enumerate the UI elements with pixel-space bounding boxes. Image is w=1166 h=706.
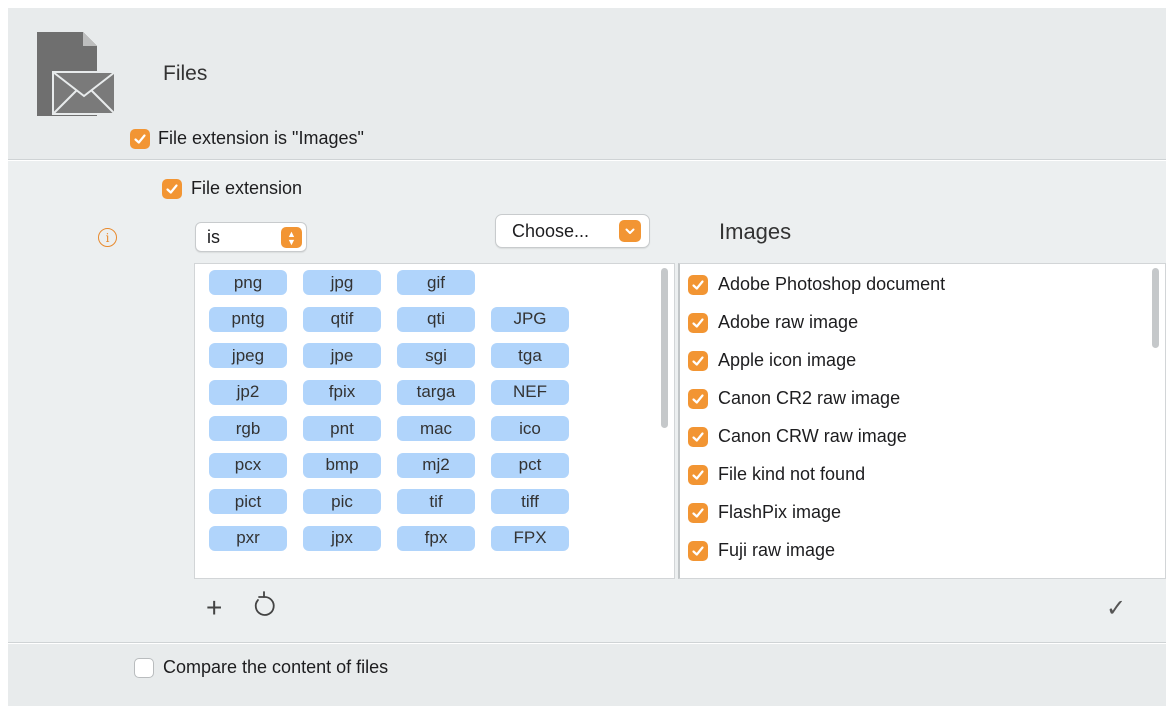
file-kind-item[interactable]: Fuji raw image bbox=[688, 540, 835, 561]
extension-tag-grid: png jpg gif pntg qtif qti JPG jpeg jpe sgi tga jp2 f… bbox=[209, 270, 649, 562]
file-kind-label: Adobe raw image bbox=[718, 312, 859, 332]
file-kind-checkbox[interactable] bbox=[688, 388, 708, 409]
operator-value: is bbox=[207, 226, 220, 247]
file-extension-label: File extension bbox=[191, 178, 303, 198]
extension-tag[interactable]: gif bbox=[397, 270, 475, 295]
extension-tag[interactable]: tga bbox=[491, 343, 569, 368]
compare-content-row[interactable]: Compare the content of files bbox=[134, 657, 388, 678]
file-kind-checkbox[interactable] bbox=[688, 350, 708, 371]
file-kind-checkbox[interactable] bbox=[688, 502, 708, 523]
extension-tag[interactable]: jpx bbox=[303, 525, 381, 551]
extension-tag[interactable]: FPX bbox=[491, 525, 569, 551]
file-kind-label: Apple icon image bbox=[718, 350, 857, 370]
extension-list[interactable]: png jpg gif pntg qtif qti JPG jpeg jpe sgi tga jp2 f… bbox=[194, 263, 675, 579]
extension-tag[interactable]: pict bbox=[209, 489, 287, 514]
chevron-down-icon bbox=[619, 220, 641, 242]
extension-tag-row: pcx bmp mj2 pct bbox=[209, 452, 649, 490]
file-mail-icon bbox=[35, 30, 117, 118]
extension-tag-row: pntg qtif qti JPG bbox=[209, 306, 649, 344]
checkmark-icon[interactable]: ✓ bbox=[1106, 594, 1126, 623]
extension-tag[interactable]: targa bbox=[397, 379, 475, 405]
extension-tag-row: png jpg gif bbox=[209, 270, 649, 307]
extension-tag[interactable]: pcx bbox=[209, 452, 287, 478]
extension-tag-row: pxr jpx fpx FPX bbox=[209, 525, 649, 563]
extension-tag[interactable]: JPG bbox=[491, 306, 569, 332]
file-kind-item[interactable]: FlashPix image bbox=[688, 502, 841, 523]
extension-tag[interactable]: pntg bbox=[209, 306, 287, 332]
file-kind-list[interactable]: Adobe Photoshop document Adobe raw image A… bbox=[678, 263, 1166, 579]
file-kind-label: Adobe Photoshop document bbox=[718, 274, 946, 294]
compare-content-label: Compare the content of files bbox=[163, 657, 389, 677]
info-icon[interactable]: i bbox=[98, 228, 117, 247]
extension-tag[interactable]: rgb bbox=[209, 416, 287, 441]
extension-list-scrollbar[interactable] bbox=[661, 268, 668, 428]
file-kind-item[interactable]: Canon CRW raw image bbox=[688, 426, 907, 447]
file-kind-checkbox[interactable] bbox=[688, 312, 708, 333]
criterion-row[interactable]: File extension is "Images" bbox=[130, 128, 364, 149]
extension-tag[interactable]: tiff bbox=[491, 489, 569, 514]
selection-title: Images bbox=[719, 219, 792, 244]
choose-button[interactable]: Choose... bbox=[495, 214, 650, 248]
extension-tag[interactable]: tif bbox=[397, 489, 475, 514]
extension-tag[interactable]: sgi bbox=[397, 343, 475, 368]
extension-tag[interactable]: pic bbox=[303, 489, 381, 514]
extension-tag[interactable]: pnt bbox=[303, 416, 381, 441]
criterion-checkbox[interactable] bbox=[130, 128, 150, 149]
file-kind-label: File kind not found bbox=[718, 464, 866, 484]
extension-tag-row: jpeg jpe sgi tga bbox=[209, 343, 649, 380]
file-kind-item[interactable]: Adobe raw image bbox=[688, 312, 858, 333]
extension-tag[interactable]: bmp bbox=[303, 452, 381, 478]
compare-content-checkbox[interactable] bbox=[134, 657, 154, 678]
choose-label: Choose... bbox=[512, 220, 590, 241]
file-kind-checkbox[interactable] bbox=[688, 540, 708, 561]
plus-icon[interactable]: + bbox=[206, 594, 222, 622]
extension-tag[interactable]: jpeg bbox=[209, 343, 287, 368]
operator-select[interactable]: is ▲ ▼ bbox=[195, 222, 307, 252]
extension-tag[interactable]: NEF bbox=[491, 379, 569, 405]
extension-tag-row: rgb pnt mac ico bbox=[209, 416, 649, 453]
extension-tag[interactable]: pxr bbox=[209, 525, 287, 551]
file-kind-item[interactable]: Canon CR2 raw image bbox=[688, 388, 900, 409]
extension-tag[interactable]: mac bbox=[397, 416, 475, 441]
file-kind-label: Fuji raw image bbox=[718, 540, 836, 560]
file-extension-row[interactable]: File extension bbox=[162, 178, 302, 199]
file-kind-item[interactable]: File kind not found bbox=[688, 464, 865, 485]
file-extension-checkbox[interactable] bbox=[162, 178, 182, 199]
extension-tag[interactable]: qti bbox=[397, 306, 475, 332]
file-kind-list-scrollbar[interactable] bbox=[1152, 268, 1159, 348]
file-kind-checkbox[interactable] bbox=[688, 274, 708, 295]
file-kind-checkbox[interactable] bbox=[688, 464, 708, 485]
extension-tag-row: jp2 fpix targa NEF bbox=[209, 379, 649, 417]
file-kind-label: Canon CR2 raw image bbox=[718, 388, 901, 408]
file-kind-checkbox[interactable] bbox=[688, 426, 708, 447]
reset-icon[interactable] bbox=[250, 590, 276, 620]
extension-tag-row: pict pic tif tiff bbox=[209, 489, 649, 526]
extension-tag[interactable]: ico bbox=[491, 416, 569, 441]
extension-tag[interactable]: jpe bbox=[303, 343, 381, 368]
extension-tag[interactable]: mj2 bbox=[397, 452, 475, 478]
file-kind-item[interactable]: Adobe Photoshop document bbox=[688, 274, 945, 295]
extension-tag[interactable]: fpix bbox=[303, 379, 381, 405]
extension-tag[interactable]: fpx bbox=[397, 525, 475, 551]
extension-tag[interactable]: qtif bbox=[303, 306, 381, 332]
extension-tag[interactable]: jp2 bbox=[209, 379, 287, 405]
extension-tag[interactable]: png bbox=[209, 270, 287, 295]
criterion-label: File extension is "Images" bbox=[158, 128, 364, 148]
file-kind-item[interactable]: Apple icon image bbox=[688, 350, 856, 371]
file-kind-label: FlashPix image bbox=[718, 502, 842, 522]
section-title: Files bbox=[163, 62, 208, 85]
file-kind-label: Canon CRW raw image bbox=[718, 426, 907, 446]
extension-tag[interactable]: pct bbox=[491, 452, 569, 478]
stepper-icon: ▲ ▼ bbox=[281, 227, 302, 248]
extension-tag[interactable]: jpg bbox=[303, 270, 381, 295]
